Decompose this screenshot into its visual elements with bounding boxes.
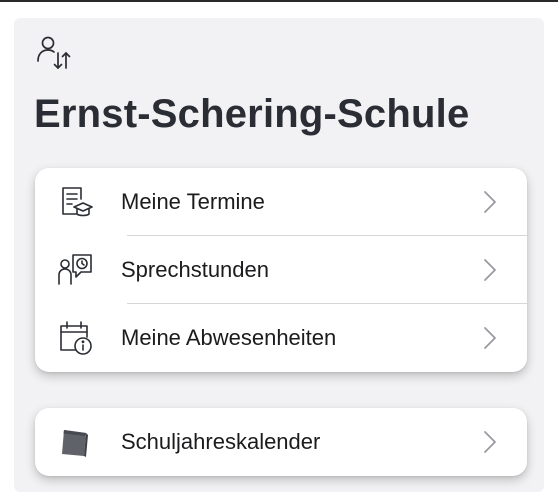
menu-item-meine-abwesenheiten[interactable]: Meine Abwesenheiten bbox=[35, 304, 527, 372]
document-graduation-cap-icon bbox=[62, 187, 93, 217]
app-screen: Ernst-Schering-Schule Meine Termine Spre… bbox=[14, 18, 544, 492]
calendar-card: Schuljahreskalender bbox=[35, 408, 527, 476]
calendar-info-icon bbox=[60, 321, 92, 355]
menu-item-label: Sprechstunden bbox=[121, 257, 269, 282]
top-border bbox=[0, 0, 558, 2]
chevron-right-icon bbox=[484, 431, 496, 453]
menu-card: Meine Termine Sprechstunden Meine Abwese… bbox=[35, 168, 527, 372]
chevron-right-icon bbox=[484, 191, 496, 213]
switch-user-button[interactable] bbox=[36, 34, 76, 74]
menu-item-label: Schuljahreskalender bbox=[121, 429, 321, 454]
calendar-book-icon bbox=[62, 430, 88, 457]
menu-item-label: Meine Termine bbox=[121, 189, 265, 214]
menu-item-label: Meine Abwesenheiten bbox=[121, 325, 337, 350]
chevron-right-icon bbox=[484, 259, 496, 281]
menu-item-sprechstunden[interactable]: Sprechstunden bbox=[35, 236, 527, 304]
person-clock-icon bbox=[58, 254, 92, 285]
chevron-right-icon bbox=[484, 327, 496, 349]
person-swap-icon bbox=[37, 36, 71, 69]
menu-item-schuljahreskalender[interactable]: Schuljahreskalender bbox=[35, 408, 527, 476]
school-title: Ernst-Schering-Schule bbox=[34, 92, 470, 136]
menu-item-meine-termine[interactable]: Meine Termine bbox=[35, 168, 527, 236]
